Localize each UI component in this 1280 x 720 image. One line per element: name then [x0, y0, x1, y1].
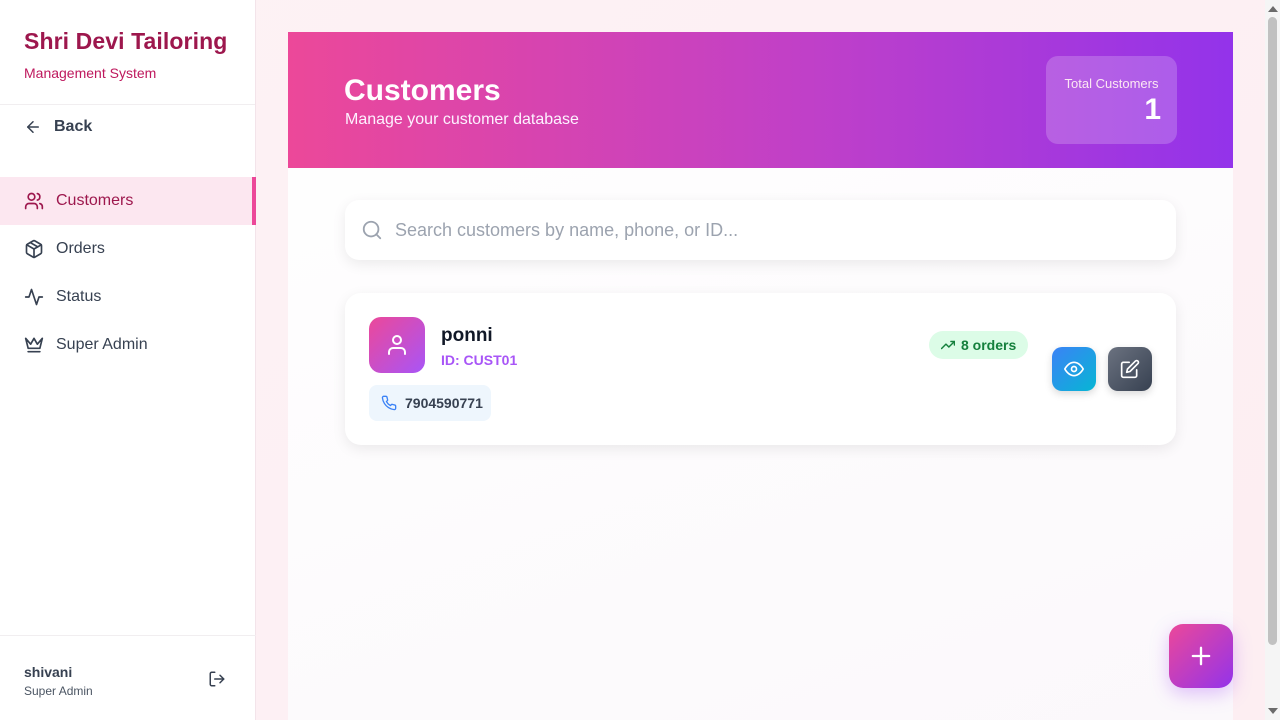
activity-icon [24, 288, 44, 306]
sidebar-item-customers[interactable]: Customers [0, 177, 256, 225]
avatar [369, 317, 425, 373]
logout-icon[interactable] [208, 670, 226, 688]
plus-icon [1191, 646, 1211, 666]
sidebar-item-orders[interactable]: Orders [0, 225, 256, 273]
page-title: Customers [344, 74, 501, 107]
customer-id: ID: CUST01 [441, 352, 518, 368]
arrow-left-icon [27, 121, 39, 133]
brand-subtitle: Management System [24, 65, 157, 81]
page-header: Customers Manage your customer database … [288, 32, 1233, 168]
scroll-up-arrow[interactable] [1268, 6, 1278, 12]
phone-number: 7904590771 [405, 395, 483, 411]
edit-customer-button[interactable] [1108, 347, 1152, 391]
page-scrollbar[interactable] [1265, 0, 1280, 720]
total-customers-value: 1 [1144, 93, 1161, 126]
trending-up-icon [941, 340, 955, 350]
back-button[interactable]: Back [24, 118, 92, 136]
sidebar: Shri Devi Tailoring Management System Ba… [0, 0, 256, 720]
sidebar-item-status[interactable]: Status [0, 273, 256, 321]
brand-title: Shri Devi Tailoring [24, 28, 228, 54]
package-icon [25, 239, 43, 259]
scroll-thumb[interactable] [1268, 17, 1277, 645]
user-role: Super Admin [24, 684, 93, 698]
orders-count-badge: 8 orders [929, 331, 1029, 359]
search-bar [345, 200, 1176, 260]
sidebar-item-super-admin[interactable]: Super Admin [0, 321, 256, 369]
view-customer-button[interactable] [1052, 347, 1096, 391]
brand: Shri Devi Tailoring Management System [0, 0, 255, 105]
search-icon [362, 220, 382, 240]
back-label: Back [54, 118, 93, 135]
customer-name: ponni [441, 325, 493, 346]
sidebar-item-label: Orders [56, 240, 105, 257]
user-profile: shivani Super Admin [0, 635, 256, 720]
page-subtitle: Manage your customer database [345, 111, 579, 128]
customer-card: ponni ID: CUST01 7904590771 8 orders [345, 293, 1176, 445]
add-customer-button[interactable] [1169, 624, 1233, 688]
phone-icon [381, 395, 397, 411]
sidebar-item-label: Status [56, 288, 102, 305]
eye-icon [1064, 361, 1084, 377]
total-customers-label: Total Customers [1064, 76, 1159, 91]
main-content: Customers Manage your customer database … [288, 32, 1233, 720]
customer-phone: 7904590771 [369, 385, 491, 421]
user-icon [388, 335, 406, 355]
sidebar-item-label: Super Admin [56, 336, 148, 353]
search-input[interactable] [395, 219, 1155, 241]
orders-count: 8 orders [961, 337, 1017, 353]
sidebar-nav: Customers Orders Status Super Admin [0, 177, 256, 369]
users-icon [24, 192, 44, 210]
edit-icon [1120, 359, 1140, 379]
user-name: shivani [24, 664, 73, 680]
scroll-down-arrow[interactable] [1268, 708, 1278, 714]
sidebar-item-label: Customers [56, 192, 134, 209]
crown-icon [24, 337, 44, 353]
total-customers-card: Total Customers 1 [1046, 56, 1177, 144]
